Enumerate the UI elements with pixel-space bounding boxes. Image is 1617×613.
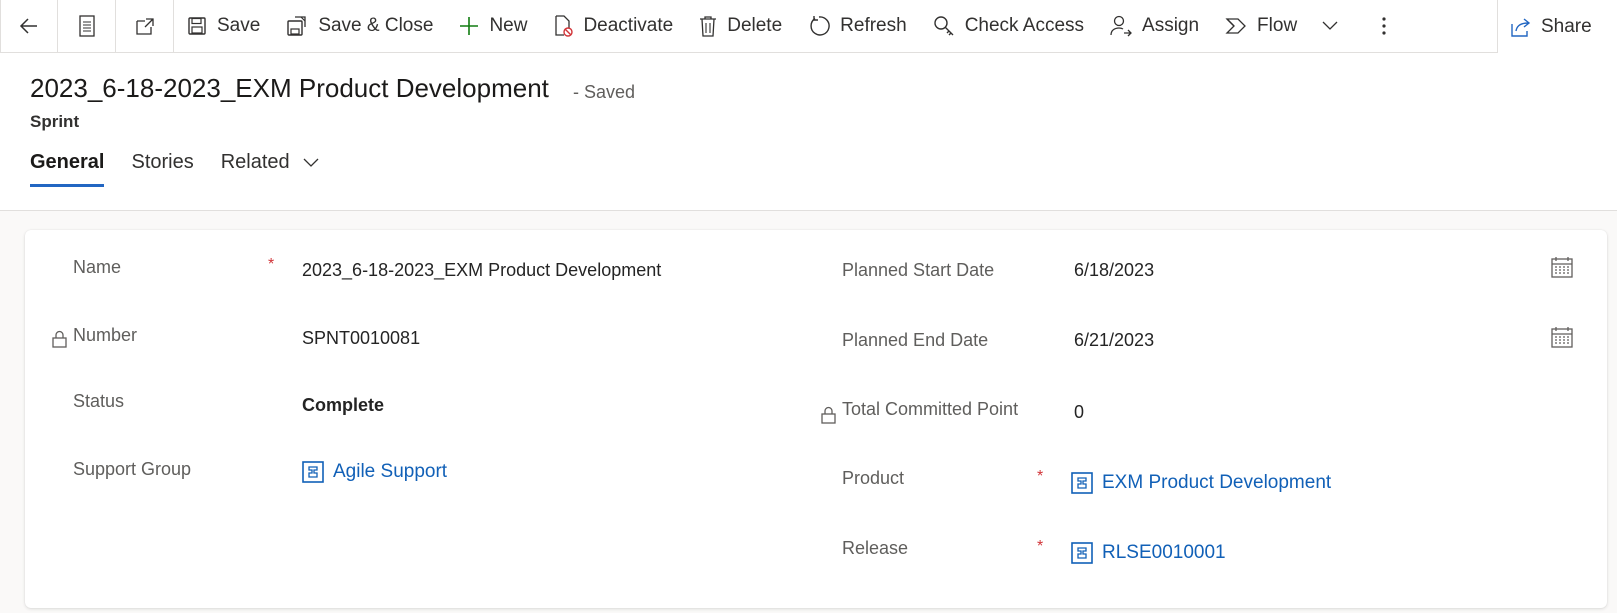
calendar-icon[interactable] <box>1551 326 1573 348</box>
product-lookup[interactable]: EXM Product Development <box>1071 472 1331 494</box>
new-label: New <box>489 15 528 36</box>
lookup-record-icon <box>302 461 324 483</box>
total-committed-point-field: 0 <box>1074 402 1085 422</box>
save-button[interactable]: Save <box>174 0 273 53</box>
share-icon <box>1511 17 1531 37</box>
planned-end-date-label: Planned End Date <box>842 330 989 350</box>
calendar-icon[interactable] <box>1551 256 1573 278</box>
general-form-section: Name * 2023_6-18-2023_EXM Product Develo… <box>25 230 1607 608</box>
required-indicator: * <box>268 256 275 273</box>
number-label: Number <box>73 325 138 345</box>
name-label: Name <box>73 257 122 277</box>
save-label: Save <box>217 15 261 36</box>
lock-icon <box>52 330 67 348</box>
name-field[interactable]: 2023_6-18-2023_EXM Product Development <box>302 260 661 281</box>
record-title: 2023_6-18-2023_EXM Product Development <box>30 73 549 103</box>
entity-name: Sprint <box>30 112 80 131</box>
required-indicator: * <box>1037 468 1044 485</box>
deactivate-button[interactable]: Deactivate <box>540 0 686 53</box>
tab-stories[interactable]: Stories <box>131 151 193 187</box>
deactivate-icon <box>555 15 574 37</box>
lock-icon <box>821 406 836 424</box>
release-lookup[interactable]: RLSE0010001 <box>1071 542 1226 564</box>
chevron-down-icon <box>303 158 319 167</box>
save-and-close-icon <box>287 16 306 36</box>
refresh-icon <box>810 16 830 36</box>
plus-icon <box>460 17 479 35</box>
more-commands-button[interactable] <box>1351 0 1419 53</box>
assign-label: Assign <box>1142 15 1200 36</box>
check-access-button[interactable]: Check Access <box>920 0 1097 53</box>
refresh-label: Refresh <box>840 15 907 36</box>
check-access-label: Check Access <box>964 15 1085 36</box>
release-link[interactable]: RLSE0010001 <box>1102 542 1226 564</box>
save-icon <box>188 17 206 35</box>
planned-start-date-label: Planned Start Date <box>842 260 995 280</box>
planned-end-date-field[interactable]: 6/21/2023 <box>1074 330 1154 351</box>
assign-person-icon <box>1110 15 1132 37</box>
assign-button[interactable]: Assign <box>1097 0 1212 53</box>
share-label: Share <box>1541 15 1592 37</box>
status-label: Status <box>73 391 125 411</box>
refresh-button[interactable]: Refresh <box>795 0 920 53</box>
form-tabs: General Stories Related <box>30 151 346 187</box>
more-vertical-icon <box>1382 17 1386 35</box>
support-group-label: Support Group <box>73 459 192 479</box>
open-in-new-window-button[interactable] <box>116 0 174 53</box>
share-button[interactable]: Share <box>1497 0 1617 53</box>
save-and-close-button[interactable]: Save & Close <box>273 0 446 53</box>
support-group-lookup[interactable]: Agile Support <box>302 461 447 483</box>
tab-related[interactable]: Related <box>221 151 320 187</box>
trash-icon <box>700 16 717 37</box>
delete-button[interactable]: Delete <box>686 0 795 53</box>
chevron-down-icon[interactable] <box>1322 21 1338 31</box>
form-view-button[interactable] <box>58 0 116 53</box>
flow-button[interactable]: Flow <box>1212 0 1351 53</box>
flow-label: Flow <box>1257 15 1298 36</box>
back-button[interactable] <box>0 0 58 53</box>
key-search-icon <box>933 16 954 36</box>
planned-start-date-field[interactable]: 6/18/2023 <box>1074 260 1154 281</box>
new-button[interactable]: New <box>446 0 540 53</box>
command-bar: Save Save & Close New Deactivate Delete … <box>0 0 1617 53</box>
delete-label: Delete <box>727 15 783 36</box>
product-label: Product <box>842 468 905 488</box>
save-and-close-label: Save & Close <box>318 15 434 36</box>
open-new-window-icon <box>135 18 154 35</box>
tab-related-label: Related <box>220 151 290 173</box>
lookup-record-icon <box>1071 472 1093 494</box>
flow-icon <box>1225 18 1246 34</box>
number-field: SPNT0010081 <box>302 328 421 348</box>
tab-general[interactable]: General <box>30 151 105 187</box>
support-group-link[interactable]: Agile Support <box>333 461 447 483</box>
document-icon <box>78 15 95 37</box>
save-status: - Saved <box>573 82 636 102</box>
release-label: Release <box>842 538 909 558</box>
product-link[interactable]: EXM Product Development <box>1102 472 1331 494</box>
status-field[interactable]: Complete <box>302 395 384 416</box>
required-indicator: * <box>1037 538 1044 555</box>
record-header: 2023_6-18-2023_EXM Product Development -… <box>0 53 1617 211</box>
back-arrow-icon <box>19 18 37 34</box>
lookup-record-icon <box>1071 542 1093 564</box>
deactivate-label: Deactivate <box>583 15 674 36</box>
total-committed-point-label: Total Committed Point <box>842 399 1019 419</box>
